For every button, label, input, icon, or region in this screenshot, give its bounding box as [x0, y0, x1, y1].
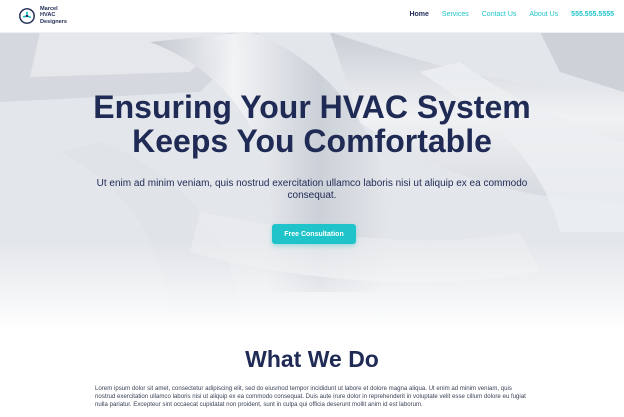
brand-name-line2: Designers [40, 18, 68, 25]
brand-name-line1: Marcel HVAC [40, 6, 58, 19]
hero-subtitle: Ut enim ad minim veniam, quis nostrud ex… [96, 178, 528, 201]
nav-home[interactable]: Home [409, 11, 428, 18]
hero-section: Ensuring Your HVAC System Keeps You Comf… [0, 32, 624, 332]
hero-fade-overlay [0, 242, 624, 332]
nav-about-us[interactable]: About Us [529, 11, 558, 18]
main-nav: Home Services Contact Us About Us 555.55… [409, 11, 614, 18]
free-consultation-button[interactable]: Free Consultation [272, 224, 356, 244]
what-we-do-heading: What We Do [245, 346, 379, 372]
hero-title-line2: Keeps You Comfortable [132, 123, 492, 159]
nav-contact-us[interactable]: Contact Us [482, 11, 517, 18]
hero-title-line1: Ensuring Your HVAC System [93, 89, 531, 125]
brand-name: Marcel HVAC Designers [40, 6, 74, 25]
what-we-do-text: Lorem ipsum dolor sit amet, consectetur … [95, 385, 526, 409]
site-header: Marcel HVAC Designers Home Services Cont… [0, 0, 624, 33]
fan-icon [19, 7, 35, 24]
nav-phone-link[interactable]: 555.555.5555 [571, 11, 614, 18]
site-logo[interactable]: Marcel HVAC Designers [18, 6, 74, 25]
nav-services[interactable]: Services [442, 11, 469, 18]
hero-title: Ensuring Your HVAC System Keeps You Comf… [0, 90, 624, 158]
